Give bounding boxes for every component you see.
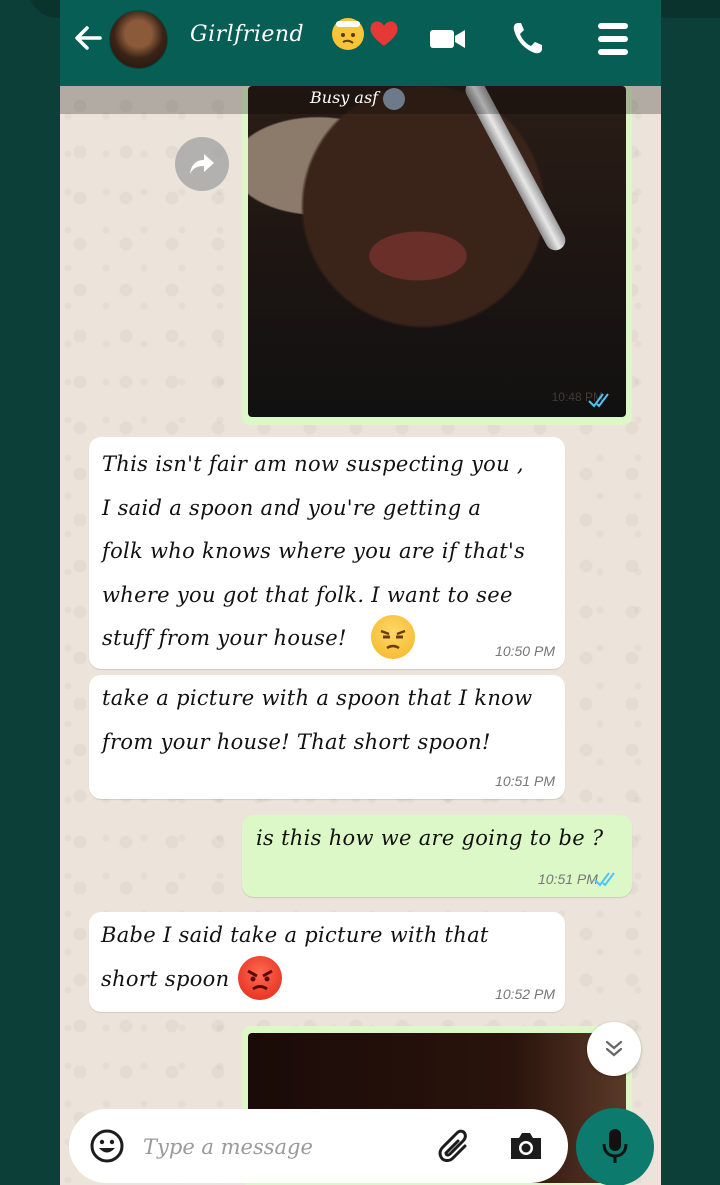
back-arrow-icon[interactable] (70, 20, 106, 56)
confused-face-icon (332, 18, 364, 50)
image-caption: Busy asf (310, 88, 379, 107)
contact-avatar[interactable] (109, 10, 168, 69)
voice-message-button[interactable] (576, 1108, 654, 1185)
contact-name[interactable]: Girlfriend (190, 22, 304, 47)
incoming-message[interactable]: Babe I said take a picture with that sho… (89, 912, 565, 1012)
forward-button[interactable] (175, 137, 229, 191)
chat-header: Girlfriend (60, 0, 661, 86)
menu-icon[interactable] (596, 20, 630, 58)
photo[interactable] (248, 86, 626, 417)
incoming-message[interactable]: This isn't fair am now suspecting you , … (89, 437, 565, 669)
unamused-face-icon (371, 615, 415, 659)
phone-icon[interactable] (510, 20, 544, 56)
video-call-icon[interactable] (428, 24, 468, 54)
scroll-to-bottom-button[interactable] (587, 1022, 641, 1076)
image-message[interactable] (242, 60, 632, 425)
red-heart-icon (370, 21, 398, 46)
read-ticks-icon (594, 872, 615, 887)
chat-screen: Girlfriend Busy asf 10:48 PM This isn't … (60, 0, 661, 1185)
microphone-icon (602, 1129, 628, 1163)
message-text: Babe I said take a picture with that sho… (101, 923, 489, 991)
caption-emoji-icon (383, 88, 405, 110)
message-text: This isn't fair am now suspecting you , … (102, 452, 526, 650)
message-time: 10:52 PM (495, 986, 555, 1002)
incoming-message[interactable]: take a picture with a spoon that I know … (89, 675, 565, 799)
message-time: 10:50 PM (495, 643, 555, 659)
message-text: is this how we are going to be ? (256, 826, 604, 850)
read-ticks-icon (588, 393, 609, 408)
camera-icon[interactable] (507, 1129, 545, 1163)
message-composer (69, 1109, 568, 1183)
message-input[interactable] (141, 1129, 425, 1165)
message-text: take a picture with a spoon that I know … (102, 686, 533, 754)
double-chevron-down-icon (605, 1040, 623, 1057)
angry-face-icon (238, 956, 282, 1000)
outgoing-message[interactable]: is this how we are going to be ? 10:51 P… (242, 815, 632, 897)
attachment-icon[interactable] (437, 1128, 473, 1166)
message-time: 10:51 PM (538, 871, 598, 887)
message-time: 10:51 PM (495, 773, 555, 789)
emoji-icon[interactable] (89, 1128, 125, 1164)
forward-icon (190, 154, 214, 174)
